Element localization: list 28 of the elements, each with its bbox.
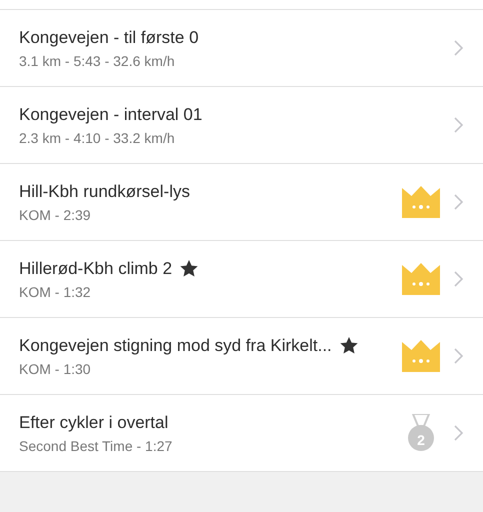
- segment-detail: KOM - 1:32: [19, 284, 92, 300]
- chevron-icon: [454, 271, 464, 287]
- star-icon: [180, 260, 198, 277]
- crown-icon: [402, 186, 440, 218]
- segment-name: Hill-Kbh rundkørsel-lys: [19, 182, 190, 202]
- chevron-icon: [454, 40, 464, 56]
- segment-name: Efter cykler i overtal: [19, 412, 168, 432]
- segment-row[interactable]: Kongevejen stigning mod syd fra Kirkelt... KOM - 1:30: [0, 318, 483, 395]
- segment-row[interactable]: Kongevejen - til første 0 3.1 km - 5:43 - 32.6 km/h: [0, 10, 483, 87]
- segment-detail: 3.1 km - 5:43 - 32.6 km/h: [19, 52, 176, 68]
- segment-row[interactable]: Hill-Kbh rundkørsel-lys KOM - 2:39: [0, 164, 483, 241]
- segment-name: Hillerød-Kbh climb 2: [19, 258, 172, 278]
- crown-icon: [402, 340, 440, 372]
- segment-name: Kongevejen - interval 01: [19, 104, 202, 124]
- segment-name: Kongevejen - til første 0: [19, 28, 199, 48]
- segment-detail: KOM - 1:30: [19, 360, 92, 376]
- segment-name: Kongevejen stigning mod syd fra Kirkelt...: [19, 336, 332, 356]
- segment-row[interactable]: Hillerød-Kbh climb 2 KOM - 1:32: [0, 241, 483, 318]
- segment-row[interactable]: Kongevejen - interval 01 2.3 km - 4:10 - 33.2 km/h: [0, 87, 483, 164]
- chevron-icon: [454, 348, 464, 364]
- chevron-icon: [454, 117, 464, 133]
- segment-detail: Second Best Time - 1:27: [19, 438, 174, 454]
- segment-detail: KOM - 2:39: [19, 206, 92, 222]
- crown-icon: [402, 263, 440, 295]
- chevron-icon: [454, 425, 464, 441]
- chevron-icon: [454, 194, 464, 210]
- star-icon: [340, 337, 358, 354]
- segment-detail: 2.3 km - 4:10 - 33.2 km/h: [19, 130, 176, 146]
